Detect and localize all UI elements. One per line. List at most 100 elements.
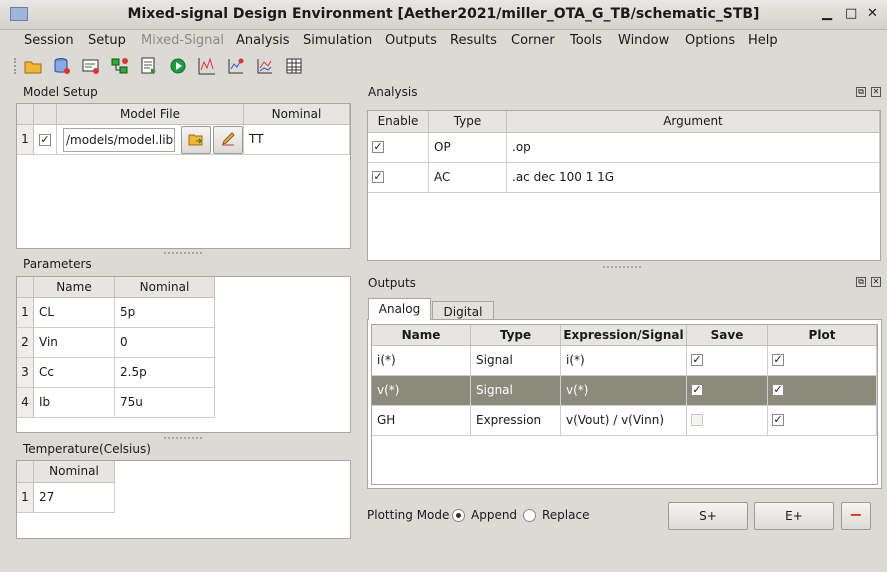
nominal-header: Nominal bbox=[244, 104, 350, 125]
s-plus-button[interactable]: S+ bbox=[668, 502, 748, 530]
menu-mixed-signal[interactable]: Mixed-Signal bbox=[141, 33, 224, 48]
outputs-table: Name Type Expression/Signal Save Plot i(… bbox=[371, 324, 878, 485]
splitter-handle[interactable] bbox=[164, 437, 202, 441]
splitter-handle[interactable] bbox=[164, 252, 202, 256]
save-checkbox[interactable]: ✓ bbox=[691, 384, 703, 396]
row-number: 1 bbox=[17, 125, 34, 155]
netlist-icon[interactable] bbox=[81, 56, 101, 76]
tab-digital[interactable]: Digital bbox=[432, 301, 494, 320]
param-value-cell[interactable]: 2.5p bbox=[115, 358, 215, 388]
plot-header: Plot bbox=[768, 325, 877, 346]
waveform-icon[interactable] bbox=[197, 56, 217, 76]
results-icon[interactable] bbox=[226, 56, 246, 76]
close-button[interactable]: ✕ bbox=[867, 6, 878, 21]
output-expr-cell[interactable]: v(*) bbox=[561, 376, 687, 406]
open-folder-icon[interactable] bbox=[23, 56, 43, 76]
row-number: 2 bbox=[17, 328, 34, 358]
output-type-cell[interactable]: Expression bbox=[471, 406, 561, 436]
output-expr-cell[interactable]: i(*) bbox=[561, 346, 687, 376]
maximize-button[interactable]: □ bbox=[845, 6, 857, 21]
model-enable-checkbox[interactable]: ✓ bbox=[39, 134, 51, 146]
menu-options[interactable]: Options bbox=[685, 33, 735, 48]
outputs-title: Outputs bbox=[368, 276, 416, 290]
parameters-title: Parameters bbox=[23, 257, 92, 271]
output-type-cell[interactable]: Signal bbox=[471, 346, 561, 376]
plot-cell: ✓ bbox=[768, 346, 877, 376]
analysis-arg-cell[interactable]: .op bbox=[507, 133, 880, 163]
output-expr-cell[interactable]: v(Vout) / v(Vinn) bbox=[561, 406, 687, 436]
menu-tools[interactable]: Tools bbox=[570, 33, 602, 48]
menu-outputs[interactable]: Outputs bbox=[385, 33, 437, 48]
title-bar: Mixed-signal Design Environment [Aether2… bbox=[0, 0, 887, 30]
run-script-icon[interactable] bbox=[139, 56, 159, 76]
temp-nominal-header: Nominal bbox=[34, 461, 115, 483]
save-checkbox[interactable] bbox=[691, 414, 703, 426]
table-row: ✓ bbox=[34, 125, 57, 155]
close-panel-icon[interactable]: ✕ bbox=[871, 87, 881, 97]
analysis-enable-checkbox[interactable]: ✓ bbox=[372, 171, 384, 183]
menu-simulation[interactable]: Simulation bbox=[303, 33, 372, 48]
plot-checkbox[interactable]: ✓ bbox=[772, 354, 784, 366]
menu-session[interactable]: Session bbox=[24, 33, 74, 48]
float-icon[interactable]: ⧉ bbox=[856, 87, 866, 97]
corner-header bbox=[17, 277, 34, 298]
remove-icon[interactable]: − bbox=[841, 502, 871, 530]
output-name-cell[interactable]: i(*) bbox=[372, 346, 471, 376]
window-title: Mixed-signal Design Environment [Aether2… bbox=[127, 6, 760, 22]
plot-checkbox[interactable]: ✓ bbox=[772, 384, 784, 396]
menu-help[interactable]: Help bbox=[748, 33, 778, 48]
check-header bbox=[34, 104, 57, 125]
float-icon[interactable]: ⧉ bbox=[856, 277, 866, 287]
enable-header: Enable bbox=[368, 111, 429, 133]
menu-corner[interactable]: Corner bbox=[511, 33, 555, 48]
e-plus-button[interactable]: E+ bbox=[754, 502, 834, 530]
analysis-title: Analysis bbox=[368, 85, 418, 99]
replace-radio[interactable] bbox=[523, 509, 536, 522]
output-type-cell[interactable]: Signal bbox=[471, 376, 561, 406]
param-name-cell[interactable]: CL bbox=[34, 298, 115, 328]
param-value-cell[interactable]: 75u bbox=[115, 388, 215, 418]
corner-header bbox=[17, 104, 34, 125]
database-icon[interactable] bbox=[52, 56, 72, 76]
tab-analog[interactable]: Analog bbox=[368, 298, 431, 320]
param-value-cell[interactable]: 0 bbox=[115, 328, 215, 358]
browse-button[interactable] bbox=[181, 126, 211, 154]
analysis-enable-checkbox[interactable]: ✓ bbox=[372, 141, 384, 153]
plotting-mode-label: Plotting Mode bbox=[367, 508, 450, 522]
network-icon[interactable] bbox=[110, 56, 130, 76]
splitter-handle[interactable] bbox=[603, 266, 641, 270]
analysis-type-cell[interactable]: OP bbox=[429, 133, 507, 163]
save-checkbox[interactable]: ✓ bbox=[691, 354, 703, 366]
menu-analysis[interactable]: Analysis bbox=[236, 33, 290, 48]
compare-icon[interactable] bbox=[255, 56, 275, 76]
param-name-cell[interactable]: Vin bbox=[34, 328, 115, 358]
model-file-cell: /models/model.lib bbox=[57, 125, 244, 155]
row-number: 3 bbox=[17, 358, 34, 388]
plot-checkbox[interactable]: ✓ bbox=[772, 414, 784, 426]
analysis-arg-cell[interactable]: .ac dec 100 1 1G bbox=[507, 163, 880, 193]
temperature-cell[interactable]: 27 bbox=[34, 483, 115, 513]
param-name-cell[interactable]: Cc bbox=[34, 358, 115, 388]
model-file-field[interactable]: /models/model.lib bbox=[63, 128, 175, 152]
toolbar-handle bbox=[14, 58, 17, 74]
pencil-icon bbox=[222, 132, 235, 146]
model-nominal-cell[interactable]: TT bbox=[244, 125, 350, 155]
minimize-button[interactable]: ▁ bbox=[822, 6, 832, 21]
output-name-cell[interactable]: v(*) bbox=[372, 376, 471, 406]
table-icon[interactable] bbox=[284, 56, 304, 76]
type-header: Type bbox=[429, 111, 507, 133]
param-name-cell[interactable]: Ib bbox=[34, 388, 115, 418]
menu-results[interactable]: Results bbox=[450, 33, 497, 48]
menu-window[interactable]: Window bbox=[618, 33, 669, 48]
run-icon[interactable] bbox=[168, 56, 188, 76]
row-number: 1 bbox=[17, 298, 34, 328]
output-name-cell[interactable]: GH bbox=[372, 406, 471, 436]
plot-cell: ✓ bbox=[768, 406, 877, 436]
model-setup-title: Model Setup bbox=[23, 85, 98, 99]
close-panel-icon[interactable]: ✕ bbox=[871, 277, 881, 287]
param-value-cell[interactable]: 5p bbox=[115, 298, 215, 328]
menu-setup[interactable]: Setup bbox=[88, 33, 126, 48]
append-radio[interactable] bbox=[452, 509, 465, 522]
edit-button[interactable] bbox=[213, 126, 243, 154]
analysis-type-cell[interactable]: AC bbox=[429, 163, 507, 193]
